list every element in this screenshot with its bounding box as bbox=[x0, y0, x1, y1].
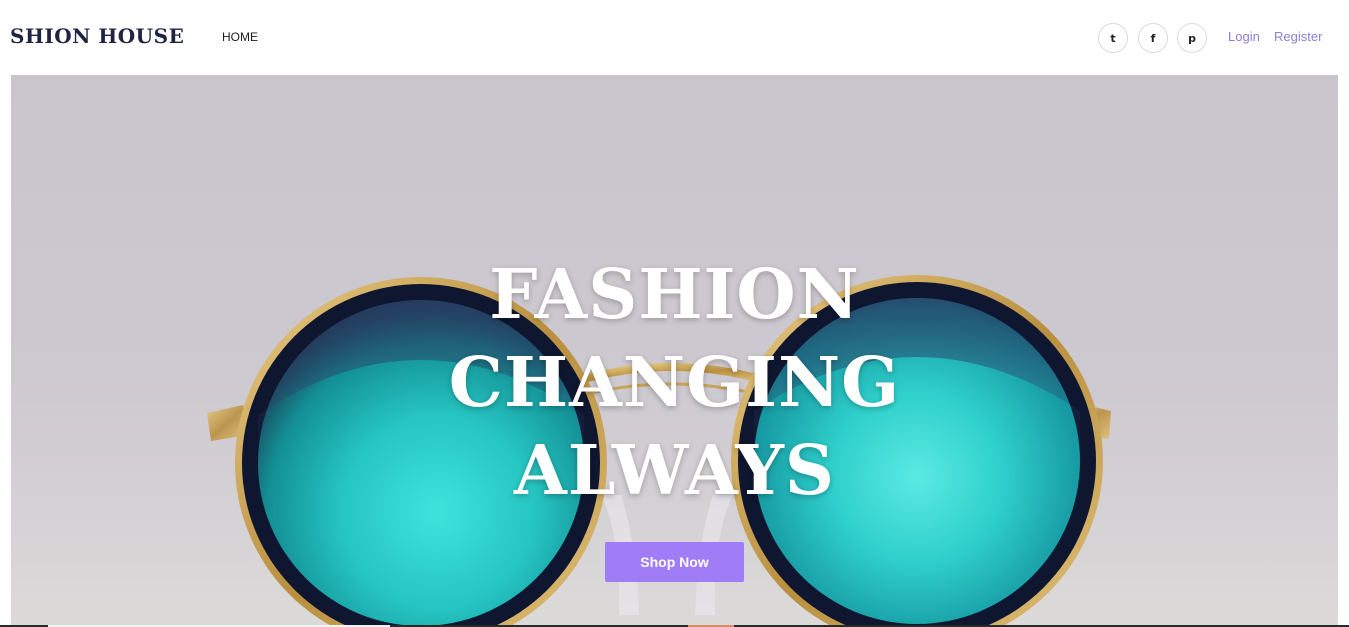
shop-now-button[interactable]: Shop Now bbox=[605, 542, 744, 582]
hero-headline: FASHION CHANGING ALWAYS bbox=[11, 251, 1338, 515]
headline-line-2: CHANGING bbox=[448, 343, 901, 423]
login-link[interactable]: Login bbox=[1228, 29, 1260, 44]
register-link[interactable]: Register bbox=[1274, 29, 1322, 44]
facebook-icon: f bbox=[1150, 31, 1156, 45]
headline-line-1: FASHION bbox=[489, 255, 860, 335]
headline-line-3: ALWAYS bbox=[514, 431, 835, 511]
facebook-button[interactable]: f bbox=[1138, 23, 1168, 53]
pinterest-icon: p bbox=[1188, 31, 1196, 45]
twitter-icon: t bbox=[1110, 31, 1116, 45]
nav-home-link[interactable]: HOME bbox=[222, 30, 258, 44]
twitter-button[interactable]: t bbox=[1098, 23, 1128, 53]
site-logo[interactable]: SHION HOUSE bbox=[10, 24, 184, 48]
hero-banner: FASHION CHANGING ALWAYS Shop Now bbox=[11, 75, 1338, 625]
pinterest-button[interactable]: p bbox=[1177, 23, 1207, 53]
site-header: SHION HOUSE HOME t f p Login Register bbox=[0, 0, 1349, 75]
